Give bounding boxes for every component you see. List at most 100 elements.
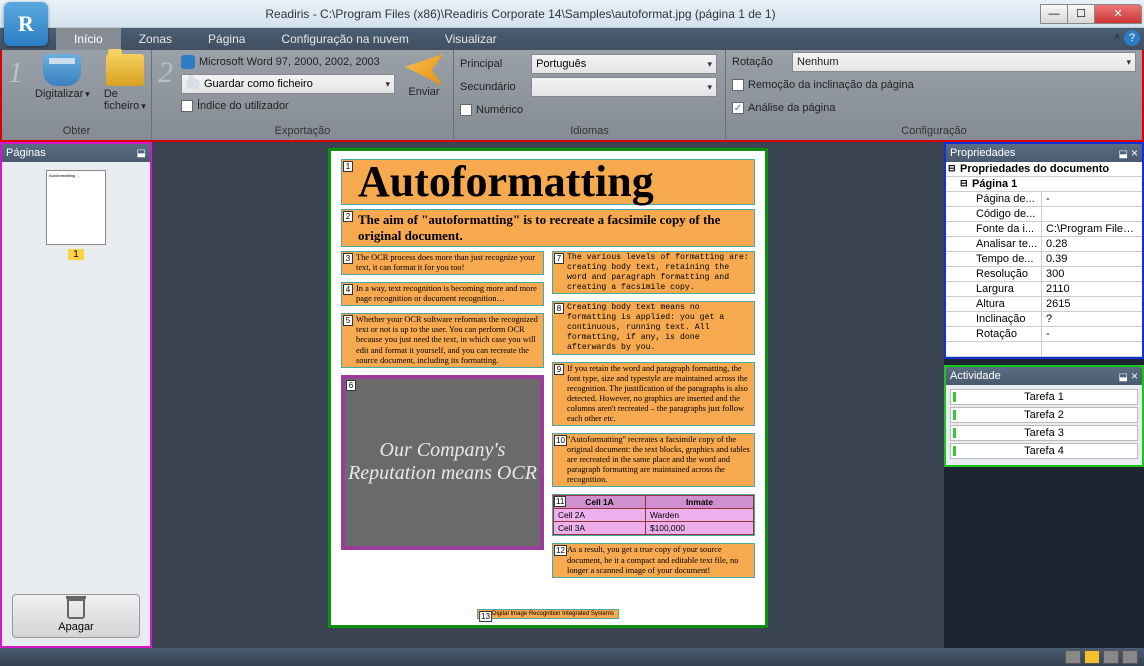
send-label: Enviar: [408, 86, 439, 98]
send-icon: [405, 54, 443, 86]
document-page: 1Autoformatting 2The aim of "autoformatt…: [328, 148, 768, 628]
tab-inicio[interactable]: Início: [56, 28, 121, 50]
step-1-number: 1: [8, 56, 23, 90]
activity-title: Actividade: [950, 370, 1001, 382]
activity-close-icon[interactable]: ×: [1131, 369, 1138, 383]
view-mode-3[interactable]: [1103, 650, 1119, 664]
activity-task[interactable]: Tarefa 1: [950, 389, 1138, 405]
group-export-title: Exportação: [158, 123, 447, 140]
export-format[interactable]: Microsoft Word 97, 2000, 2002, 2003: [199, 56, 380, 68]
secondary-lang-combo[interactable]: [531, 77, 717, 97]
activity-task[interactable]: Tarefa 3: [950, 425, 1138, 441]
page-analysis-checkbox[interactable]: ✓: [732, 102, 744, 114]
zone-7-text: The various levels of formatting are: cr…: [553, 252, 754, 293]
title-bar: R Readiris - C:\Program Files (x86)\Read…: [0, 0, 1144, 28]
zone-11-table: 11 Cell 1AInmate Cell 2AWarden Cell 3A$1…: [552, 494, 755, 536]
principal-label: Principal: [460, 54, 523, 74]
close-button[interactable]: ✕: [1094, 4, 1142, 24]
activity-task[interactable]: Tarefa 4: [950, 443, 1138, 459]
user-index-checkbox[interactable]: [181, 100, 193, 112]
from-file-label: De ficheiro: [104, 88, 146, 112]
user-index-label: Índice do utilizador: [197, 100, 289, 112]
property-row[interactable]: Código de...: [946, 207, 1142, 222]
zone-4-text: In a way, text recognition is becoming m…: [342, 283, 543, 305]
secondary-label: Secundário: [460, 77, 523, 97]
step-2-number: 2: [158, 56, 173, 90]
window-title: Readiris - C:\Program Files (x86)\Readir…: [0, 7, 1041, 21]
properties-title: Propriedades: [950, 147, 1015, 159]
save-as-combo[interactable]: Guardar como ficheiro: [181, 74, 395, 94]
deskew-label: Remoção da inclinação da página: [748, 79, 914, 91]
view-mode-2[interactable]: [1084, 650, 1100, 664]
zone-2-subheading: The aim of "autoformatting" is to recrea…: [342, 210, 754, 246]
zone-1-heading: Autoformatting: [342, 160, 754, 204]
trash-icon: [67, 599, 85, 619]
tab-visualizar[interactable]: Visualizar: [427, 28, 515, 50]
tab-pagina[interactable]: Página: [190, 28, 263, 50]
ribbon: 1 Digitalizar De ficheiro Obter 2 Micros…: [0, 50, 1144, 142]
props-root[interactable]: Propriedades do documento: [946, 162, 1142, 177]
deskew-checkbox[interactable]: [732, 79, 744, 91]
numeric-label: Numérico: [476, 104, 523, 116]
delete-page-button[interactable]: Apagar: [12, 594, 140, 638]
tab-zonas[interactable]: Zonas: [121, 28, 190, 50]
delete-label: Apagar: [58, 621, 93, 633]
menu-bar: Início Zonas Página Configuração na nuve…: [0, 28, 1144, 50]
property-row[interactable]: Largura2110: [946, 282, 1142, 297]
group-lang-title: Idiomas: [460, 123, 719, 140]
folder-icon: [106, 54, 144, 86]
zone-12-text: As a result, you get a true copy of your…: [553, 544, 754, 576]
zone-9-text: If you retain the word and paragraph for…: [553, 363, 754, 425]
props-page-node[interactable]: Página 1: [946, 177, 1142, 192]
pin-icon[interactable]: ⬓: [137, 148, 146, 159]
view-mode-1[interactable]: [1065, 650, 1081, 664]
pages-panel: Páginas ⬓ Autoformatting … 1 Apagar: [0, 142, 152, 648]
help-button[interactable]: ?: [1124, 30, 1140, 46]
scan-button[interactable]: Digitalizar: [31, 52, 94, 102]
send-button[interactable]: Enviar: [401, 52, 447, 100]
document-viewer[interactable]: 1Autoformatting 2The aim of "autoformatt…: [152, 142, 944, 648]
page-thumbnail-1[interactable]: Autoformatting …: [46, 170, 106, 245]
rotation-label: Rotação: [732, 52, 788, 72]
rotation-combo[interactable]: Nenhum: [792, 52, 1136, 72]
from-file-button[interactable]: De ficheiro: [100, 52, 150, 114]
cloud-icon: [186, 79, 200, 89]
tab-nuvem[interactable]: Configuração na nuvem: [263, 28, 426, 50]
property-row[interactable]: Fonte da i...C:\Program Files ...: [946, 222, 1142, 237]
props-pin-icon[interactable]: ⬓: [1118, 149, 1127, 160]
page-thumbnail-number: 1: [68, 249, 84, 260]
view-mode-4[interactable]: [1122, 650, 1138, 664]
property-row[interactable]: Inclinação?: [946, 312, 1142, 327]
word-icon: [181, 55, 195, 69]
main-area: Páginas ⬓ Autoformatting … 1 Apagar 1Aut…: [0, 142, 1144, 648]
minimize-button[interactable]: —: [1040, 4, 1068, 24]
property-row[interactable]: Resolução300: [946, 267, 1142, 282]
property-row[interactable]: Altura2615: [946, 297, 1142, 312]
page-analysis-label: Análise da página: [748, 102, 835, 114]
numeric-checkbox[interactable]: [460, 104, 472, 116]
app-icon[interactable]: R: [4, 2, 48, 46]
props-close-icon[interactable]: ×: [1131, 146, 1138, 160]
activity-panel: Actividade ⬓ × Tarefa 1 Tarefa 2 Tarefa 3 T…: [944, 365, 1144, 467]
property-row[interactable]: Página de...-: [946, 192, 1142, 207]
group-config-title: Configuração: [732, 123, 1136, 140]
activity-pin-icon[interactable]: ⬓: [1118, 372, 1127, 383]
pages-panel-title: Páginas: [6, 147, 46, 159]
property-row[interactable]: Rotação-: [946, 327, 1142, 342]
zone-13-footer: 13Digital Image Recognition Integrated S…: [477, 609, 619, 619]
maximize-button[interactable]: ☐: [1067, 4, 1095, 24]
zone-3-text: The OCR process does more than just reco…: [342, 252, 543, 274]
property-row[interactable]: Analisar te...0.28: [946, 237, 1142, 252]
save-as-label: Guardar como ficheiro: [204, 78, 313, 90]
zone-6-image: 6Our Company's Reputation means OCR: [341, 375, 544, 550]
scan-label: Digitalizar: [35, 88, 90, 100]
zone-10-text: "Autoformatting" recreates a facsimile c…: [553, 434, 754, 486]
primary-lang-combo[interactable]: Português: [531, 54, 717, 74]
activity-task[interactable]: Tarefa 2: [950, 407, 1138, 423]
scanner-icon: [43, 54, 81, 86]
status-bar: [0, 648, 1144, 666]
properties-panel: Propriedades ⬓ × Propriedades do documen…: [944, 142, 1144, 359]
collapse-ribbon-icon[interactable]: ˄: [1114, 32, 1120, 46]
zone-8-text: Creating body text means no formatting i…: [553, 302, 754, 353]
property-row[interactable]: Tempo de...0.39: [946, 252, 1142, 267]
